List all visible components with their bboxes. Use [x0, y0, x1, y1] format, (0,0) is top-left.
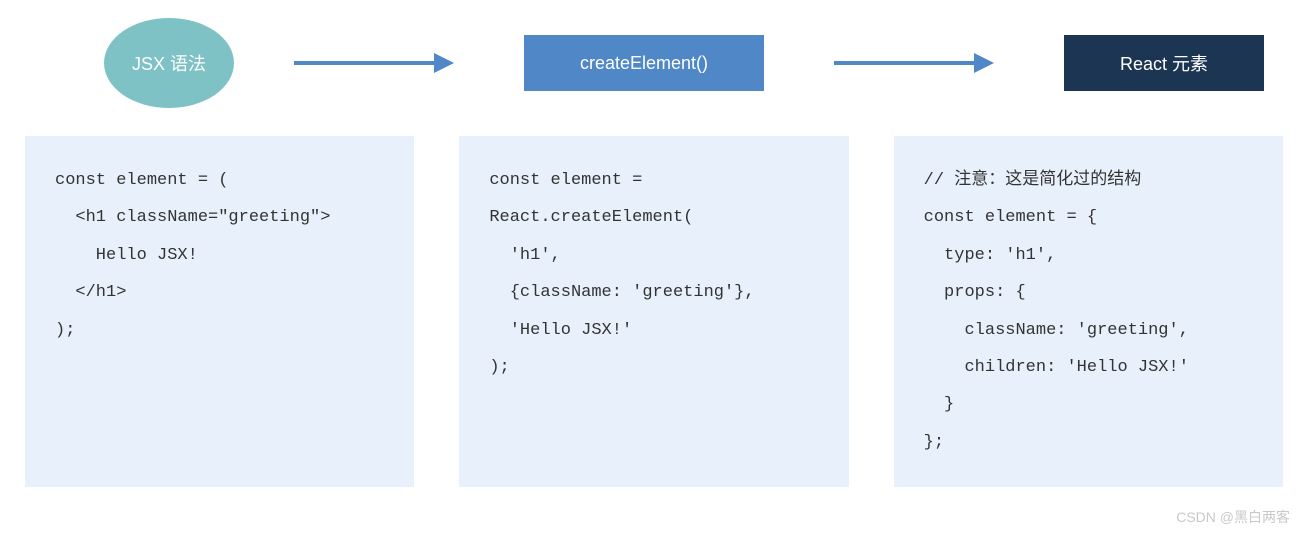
watermark: CSDN @黑白两客 [1176, 507, 1290, 527]
node-create-element: createElement() [524, 35, 764, 91]
node-jsx-syntax: JSX 语法 [104, 18, 234, 108]
code-block-element-object: // 注意：这是简化过的结构 const element = { type: '… [894, 136, 1283, 487]
node-label: createElement() [580, 53, 708, 74]
node-react-element: React 元素 [1064, 35, 1264, 91]
arrow-icon [294, 51, 454, 75]
code-block-jsx: const element = ( <h1 className="greetin… [25, 136, 414, 487]
node-label: JSX 语法 [132, 50, 206, 76]
node-label: React 元素 [1120, 50, 1208, 76]
code-block-createelement: const element = React.createElement( 'h1… [459, 136, 848, 487]
arrow-icon [834, 51, 994, 75]
code-examples-row: const element = ( <h1 className="greetin… [0, 136, 1308, 487]
flow-diagram: JSX 语法 createElement() React 元素 [0, 0, 1308, 136]
